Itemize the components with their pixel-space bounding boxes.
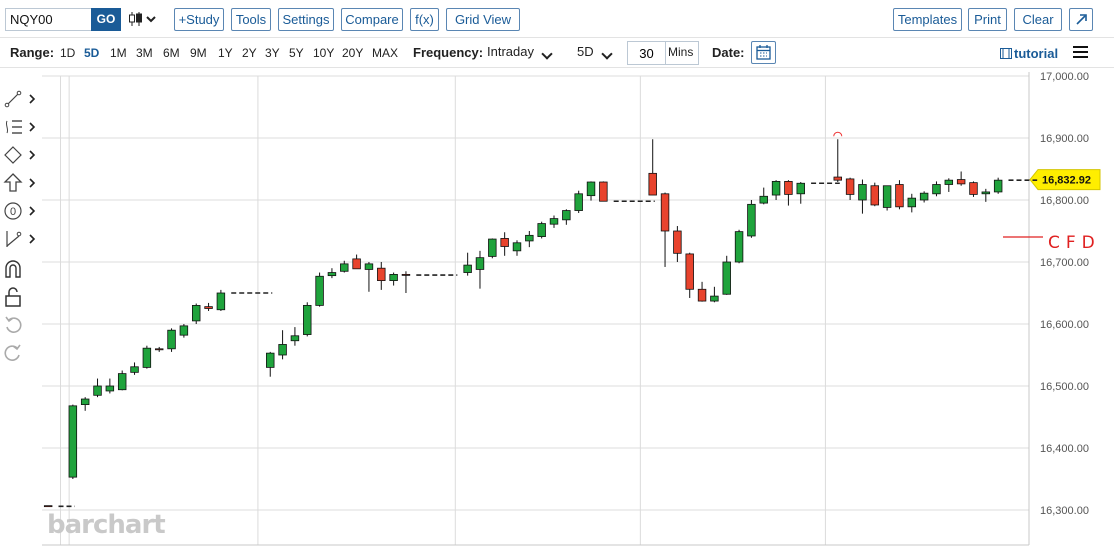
candle-body — [377, 267, 386, 282]
candle-body — [179, 325, 189, 336]
candle-body — [525, 234, 534, 242]
candle-body — [278, 344, 287, 356]
candle-body — [43, 505, 53, 508]
candle-body — [364, 263, 374, 270]
candle-body — [981, 191, 991, 195]
chart-canvas[interactable]: 16,300.00 16,400.00 16,500.00 16,600.00 16,7… — [0, 0, 1114, 548]
candle-body — [956, 179, 966, 185]
candle-body — [216, 292, 226, 311]
candle-body — [105, 385, 115, 392]
candle-body — [130, 366, 139, 373]
candle-body — [80, 398, 90, 405]
candle-body — [673, 230, 682, 254]
candle-body — [562, 210, 571, 221]
candle-body — [142, 347, 152, 368]
cfd-annotation: CFD — [1048, 233, 1101, 253]
grid — [42, 72, 1029, 545]
candle-body — [759, 195, 768, 204]
candle-body — [488, 238, 497, 257]
candle-body — [993, 179, 1003, 193]
y-tick-label: 16,700.00 — [1040, 257, 1089, 269]
y-tick-label: 17,000.00 — [1040, 71, 1089, 83]
candle-body — [537, 223, 546, 237]
y-tick-label: 16,400.00 — [1040, 443, 1089, 455]
candle-body — [389, 273, 398, 281]
candle-body — [685, 253, 694, 290]
candle-body — [93, 385, 102, 396]
candle-body — [68, 405, 78, 478]
candle-body — [944, 179, 954, 185]
candle-body — [932, 184, 941, 195]
candle-body — [290, 335, 300, 342]
y-tick-label: 16,600.00 — [1040, 319, 1089, 331]
candle-body — [512, 242, 522, 252]
candle-body — [907, 197, 917, 208]
candle-body — [401, 273, 411, 276]
candle-body — [463, 264, 472, 273]
y-tick-label: 16,500.00 — [1040, 381, 1089, 393]
candle-body — [327, 272, 337, 277]
candle-body — [784, 180, 793, 195]
barchart-watermark: barchart — [47, 510, 166, 540]
candle-body — [117, 373, 127, 391]
candle-body — [315, 275, 324, 306]
candle-body — [167, 329, 176, 350]
last-price-label: 16,832.92 — [1042, 175, 1091, 187]
candle-body — [870, 185, 880, 206]
candle-body — [771, 180, 781, 196]
candle-body — [796, 182, 805, 195]
y-tick-label: 16,800.00 — [1040, 195, 1089, 207]
candle-body — [969, 182, 978, 195]
candle-body — [833, 176, 842, 181]
candle-body — [747, 203, 756, 237]
candle-body — [919, 192, 929, 201]
y-tick-label: 16,900.00 — [1040, 133, 1089, 145]
candle-body — [660, 193, 670, 232]
candle-body — [266, 352, 275, 368]
candle-body — [574, 193, 583, 211]
candle-body — [204, 306, 213, 309]
candle-body — [340, 263, 349, 272]
candle-body — [648, 172, 657, 196]
candle-body — [710, 295, 719, 302]
candle-body — [586, 181, 596, 197]
candle-body — [352, 258, 361, 270]
candle-body — [697, 288, 707, 302]
candle-body — [475, 257, 485, 270]
candle-body — [722, 261, 731, 295]
y-tick-label: 16,300.00 — [1040, 505, 1089, 517]
candle-body — [858, 184, 867, 201]
candle-body — [303, 304, 312, 335]
candle-body — [845, 178, 855, 195]
candle-body — [734, 231, 744, 263]
plot-area — [42, 72, 1029, 545]
candle-body — [882, 185, 892, 208]
candle-body — [500, 238, 509, 247]
candle-body — [154, 348, 164, 351]
candle-body — [599, 181, 608, 202]
candle-body — [895, 184, 904, 208]
candle-body — [549, 218, 559, 225]
candle-body — [191, 304, 201, 322]
